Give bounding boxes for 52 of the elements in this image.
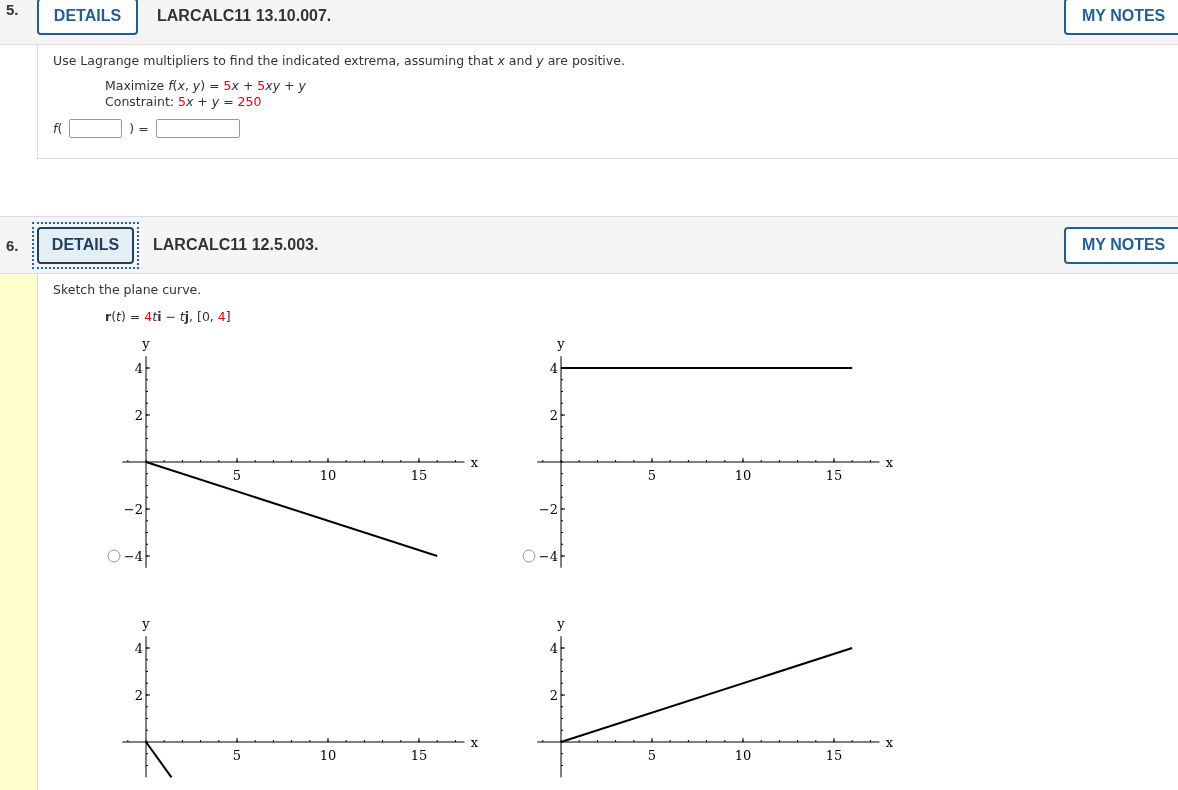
x-tick-label: 10 xyxy=(319,748,337,763)
y-tick-label: 2 xyxy=(549,408,558,423)
question-title: LARCALC11 13.10.007. xyxy=(157,7,332,25)
value-input-field[interactable] xyxy=(155,119,240,138)
y-tick-label: −2 xyxy=(538,502,558,517)
details-button[interactable]: DETAILS xyxy=(37,226,134,264)
y-axis-label: y xyxy=(557,616,565,632)
y-axis-label: y xyxy=(142,336,150,352)
x-tick-label: 15 xyxy=(410,468,428,483)
y-tick-label: 4 xyxy=(549,361,558,376)
question-prompt: Sketch the plane curve. xyxy=(53,282,203,297)
y-tick-label: −2 xyxy=(123,502,143,517)
x-axis-label: x xyxy=(470,455,479,470)
x-tick-label: 10 xyxy=(319,468,337,483)
my-notes-button[interactable]: MY NOTES xyxy=(1064,226,1178,264)
formula-line: Maximize f(x, y) = 5x + 5xy + y xyxy=(105,78,307,94)
y-tick-label: 4 xyxy=(549,641,558,656)
x-tick-label: 5 xyxy=(647,748,657,763)
radio-button[interactable] xyxy=(522,549,536,563)
x-tick-label: 5 xyxy=(232,468,242,483)
x-axis-label: x xyxy=(885,735,894,750)
radio-button[interactable] xyxy=(107,549,121,563)
x-tick-label: 5 xyxy=(232,748,242,763)
x-tick-label: 5 xyxy=(647,468,657,483)
formula-line: Constraint: 5x + y = 250 xyxy=(105,94,263,110)
details-button[interactable]: DETAILS xyxy=(37,0,138,35)
curve-line xyxy=(145,741,173,779)
y-tick-label: 2 xyxy=(134,408,143,423)
formula-line: r(t) = 4ti − tj, [0, 4] xyxy=(105,309,232,325)
point-input-field[interactable] xyxy=(69,119,123,138)
x-tick-label: 15 xyxy=(825,468,843,483)
my-notes-button[interactable]: MY NOTES xyxy=(1064,0,1178,35)
y-tick-label: −4 xyxy=(538,549,558,564)
question-title: LARCALC11 12.5.003. xyxy=(153,236,319,254)
question-number: 6. xyxy=(5,237,20,254)
x-axis-label: x xyxy=(885,455,894,470)
y-tick-label: 4 xyxy=(134,361,143,376)
question-prompt: Use Lagrange multipliers to find the indicated extrema, assuming that x and y are positive. xyxy=(53,53,626,68)
y-tick-label: 2 xyxy=(134,688,143,703)
y-tick-label: −4 xyxy=(123,549,143,564)
x-tick-label: 15 xyxy=(825,748,843,763)
x-tick-label: 10 xyxy=(734,468,752,483)
y-axis-label: y xyxy=(557,336,565,352)
x-tick-label: 10 xyxy=(734,748,752,763)
function-label: f( xyxy=(53,121,63,136)
equals-label: ) = xyxy=(129,121,149,136)
y-tick-label: 2 xyxy=(549,688,558,703)
question-number: 5. xyxy=(5,1,20,18)
y-tick-label: 4 xyxy=(134,641,143,656)
y-axis-label: y xyxy=(142,616,150,632)
x-axis-label: x xyxy=(470,735,479,750)
x-tick-label: 15 xyxy=(410,748,428,763)
